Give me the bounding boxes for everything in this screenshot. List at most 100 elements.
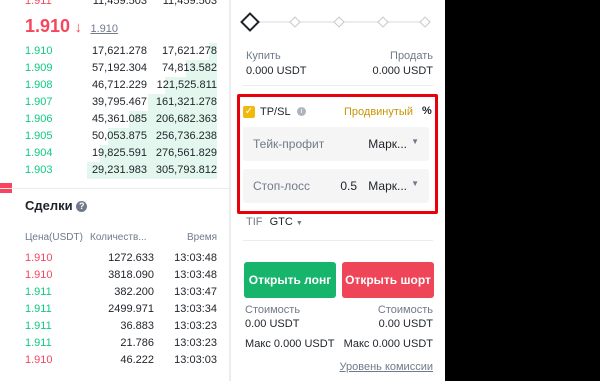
last-price: 1.910 xyxy=(25,16,71,36)
section-divider xyxy=(0,188,229,189)
slider-handle[interactable] xyxy=(240,12,260,32)
form-divider xyxy=(243,85,433,86)
chevron-down-icon[interactable]: ▼ xyxy=(411,179,419,188)
take-profit-mode[interactable]: Марк... xyxy=(368,137,407,151)
trade-price: 1.910 xyxy=(25,252,53,264)
open-short-button[interactable]: Открыть шорт xyxy=(342,262,434,298)
chevron-down-icon[interactable]: ▼ xyxy=(296,220,303,227)
trades-title: Сделки ? xyxy=(25,198,88,213)
trade-amount: 2499.971 xyxy=(108,303,154,315)
bid-price: 1.903 xyxy=(25,164,53,176)
trades-header-time: Время xyxy=(187,232,218,243)
tpsl-checkbox[interactable]: ✓ xyxy=(243,106,255,118)
tif-selector[interactable]: TIF GTC ▼ xyxy=(246,216,303,228)
trades-header-amount: Количеств... xyxy=(90,232,147,243)
bid-amount: 50,053.875 xyxy=(91,130,147,142)
trade-row: 1.911 2499.971 13:03:34 xyxy=(0,301,229,318)
bid-row[interactable]: 1.908 46,712.229 121,525.811 xyxy=(0,77,229,94)
tpsl-label[interactable]: TP/SL xyxy=(260,106,291,118)
trade-time: 13:03:03 xyxy=(174,354,217,366)
max-long: Макс 0.000 USDT xyxy=(245,338,335,350)
bid-amount: 46,712.229 xyxy=(91,79,147,91)
take-profit-field[interactable]: Тейк-профит Марк... ▼ xyxy=(243,127,429,161)
cost-long-label: Стоимость xyxy=(245,304,301,316)
chevron-down-icon[interactable]: ▼ xyxy=(411,137,419,146)
cost-short-value: 0.00 USDT xyxy=(378,318,433,330)
ask-amount: 11,459.503 xyxy=(92,0,147,7)
bid-price: 1.909 xyxy=(25,62,53,74)
bid-row[interactable]: 1.907 39,795.467 161,321.278 xyxy=(0,94,229,111)
bid-price: 1.910 xyxy=(25,45,53,57)
bid-price: 1.908 xyxy=(25,79,53,91)
bid-total: 276,561.829 xyxy=(155,147,217,159)
form-divider xyxy=(243,240,433,241)
cost-short-label: Стоимость xyxy=(377,304,433,316)
orderbook-panel: 1.911 11,459.503 11,459.503 1.910 ↓ 1.91… xyxy=(0,0,229,381)
fee-level-link[interactable]: Уровень комиссии xyxy=(340,361,433,373)
trade-row: 1.910 46.222 13:03:03 xyxy=(0,352,229,369)
trade-amount: 36.883 xyxy=(120,320,154,332)
trade-time: 13:03:23 xyxy=(174,337,217,349)
mark-price[interactable]: 1.910 xyxy=(90,23,118,35)
bid-row[interactable]: 1.903 29,231.983 305,793.812 xyxy=(0,162,229,179)
slider-step[interactable] xyxy=(419,16,431,28)
max-short: Макс 0.000 USDT xyxy=(343,338,433,350)
bid-row[interactable]: 1.910 17,621.278 17,621.278 xyxy=(0,43,229,60)
trade-amount: 3818.090 xyxy=(108,269,154,281)
open-long-button[interactable]: Открыть лонг xyxy=(244,262,336,298)
trade-time: 13:03:48 xyxy=(174,269,217,281)
trades-header-price: Цена(USDT) xyxy=(25,232,83,243)
tif-value[interactable]: GTC xyxy=(270,216,293,228)
stop-loss-value[interactable]: 0.5 xyxy=(340,179,357,193)
trade-row: 1.910 3818.090 13:03:48 xyxy=(0,267,229,284)
bid-price: 1.905 xyxy=(25,130,53,142)
trade-time: 13:03:48 xyxy=(174,252,217,264)
bid-amount: 39,795.467 xyxy=(91,96,147,108)
stop-loss-label: Стоп-лосс xyxy=(253,179,311,193)
bid-row[interactable]: 1.905 50,053.875 256,736.238 xyxy=(0,128,229,145)
trade-price: 1.911 xyxy=(25,286,52,298)
stop-loss-mode[interactable]: Марк... xyxy=(368,179,407,193)
bid-total: 161,321.278 xyxy=(155,96,217,108)
trade-row: 1.911 21.786 13:03:23 xyxy=(0,335,229,352)
buy-value: 0.000 USDT xyxy=(246,65,307,77)
ask-row[interactable]: 1.911 11,459.503 11,459.503 xyxy=(0,0,229,10)
bid-row[interactable]: 1.906 45,361.085 206,682.363 xyxy=(0,111,229,128)
bid-total: 74,813.582 xyxy=(161,62,217,74)
bid-total: 17,621.278 xyxy=(161,45,217,57)
percent-icon[interactable]: % xyxy=(422,105,432,117)
trade-price: 1.910 xyxy=(25,269,53,281)
leverage-slider[interactable] xyxy=(240,12,433,32)
trade-row: 1.911 382.200 13:03:47 xyxy=(0,284,229,301)
trade-amount: 1272.633 xyxy=(108,252,154,264)
bid-total: 206,682.363 xyxy=(155,113,217,125)
trade-price: 1.911 xyxy=(25,320,52,332)
bid-total: 121,525.811 xyxy=(156,79,217,91)
advanced-link[interactable]: Продвинутый xyxy=(344,106,413,118)
order-form-panel: Купить 0.000 USDT Продать 0.000 USDT ✓ T… xyxy=(231,0,445,381)
bid-amount: 45,361.085 xyxy=(91,113,147,125)
trade-price: 1.911 xyxy=(25,337,52,349)
stop-loss-field[interactable]: Стоп-лосс 0.5 Марк... ▼ xyxy=(243,169,429,203)
sell-label: Продать xyxy=(390,50,433,62)
slider-step[interactable] xyxy=(377,16,389,28)
bid-row[interactable]: 1.904 19,825.591 276,561.829 xyxy=(0,145,229,162)
bid-amount: 29,231.983 xyxy=(91,164,147,176)
tpsl-info-icon[interactable]: i xyxy=(297,107,306,116)
bid-row[interactable]: 1.909 57,192.304 74,813.582 xyxy=(0,60,229,77)
trade-time: 13:03:23 xyxy=(174,320,217,332)
trade-row: 1.911 36.883 13:03:23 xyxy=(0,318,229,335)
trade-amount: 382.200 xyxy=(114,286,154,298)
trade-price: 1.911 xyxy=(25,303,52,315)
bid-amount: 19,825.591 xyxy=(91,147,147,159)
trade-time: 13:03:34 xyxy=(174,303,217,315)
bid-price: 1.907 xyxy=(25,96,53,108)
take-profit-label: Тейк-профит xyxy=(253,137,325,151)
bid-price: 1.904 xyxy=(25,147,53,159)
ask-price: 1.911 xyxy=(25,0,52,7)
trade-amount: 46.222 xyxy=(120,354,154,366)
info-icon[interactable]: ? xyxy=(76,201,88,213)
last-price-block: 1.910 ↓ 1.910 xyxy=(25,16,118,38)
slider-step[interactable] xyxy=(289,16,301,28)
slider-step[interactable] xyxy=(333,16,345,28)
